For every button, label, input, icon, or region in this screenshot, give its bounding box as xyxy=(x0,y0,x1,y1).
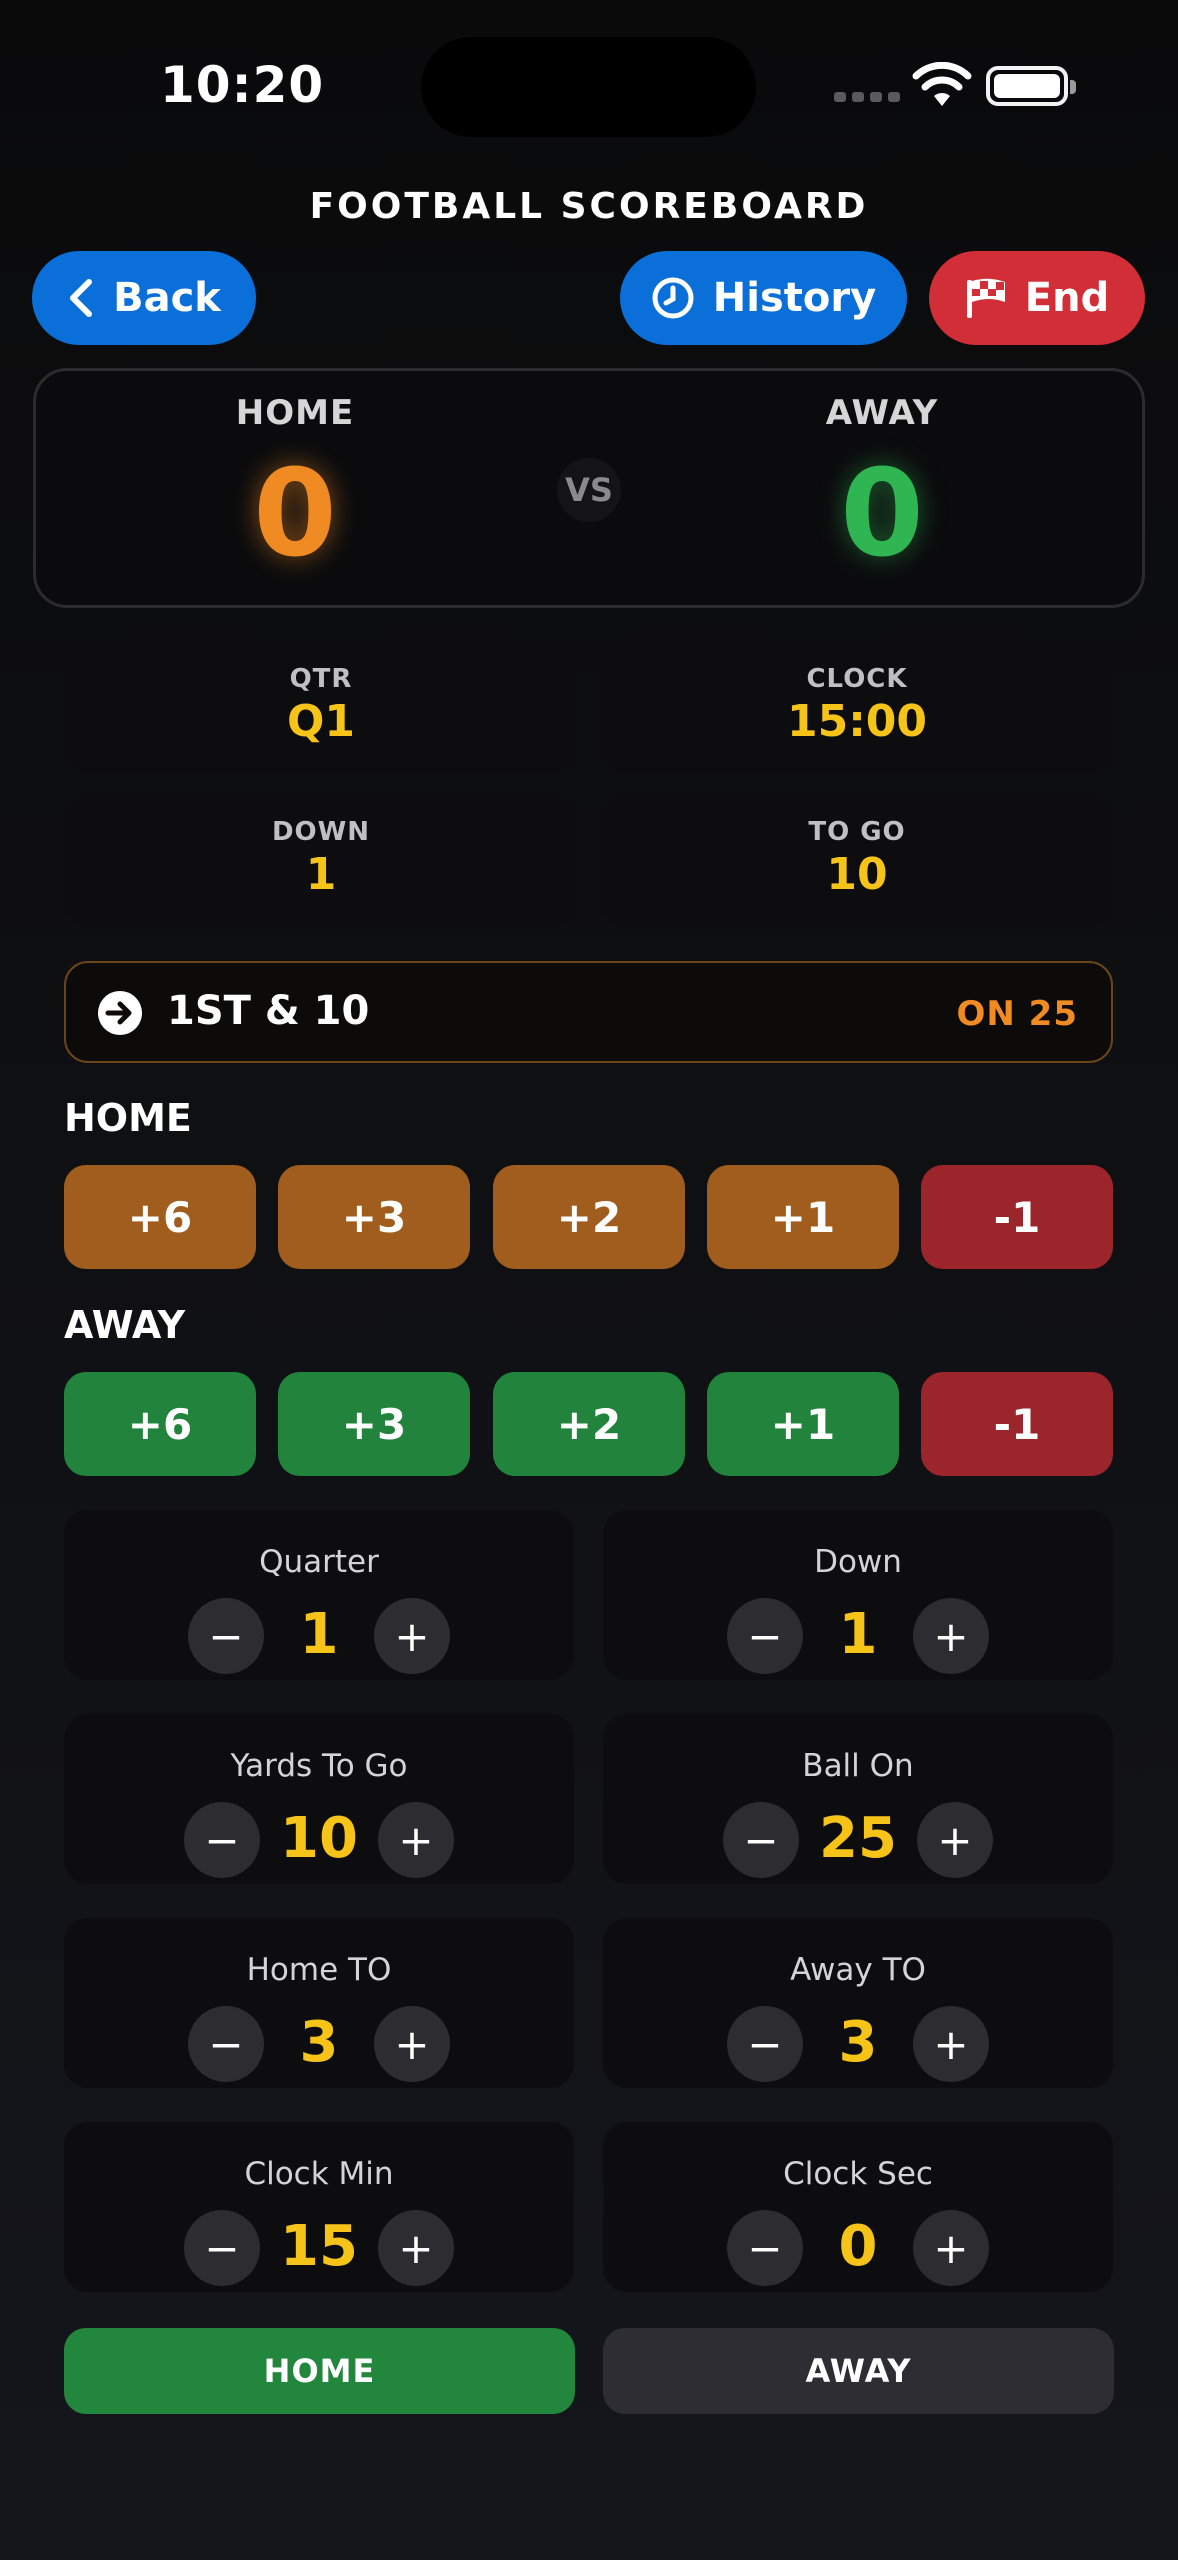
checkered-flag-icon xyxy=(966,278,1005,318)
down-tile-value: 1 xyxy=(305,849,337,900)
quarter-tile: QTR Q1 xyxy=(64,640,578,774)
clock-icon xyxy=(652,277,694,319)
to-go-tile-label: TO GO xyxy=(808,817,906,847)
end-button[interactable]: End xyxy=(929,251,1145,345)
status-time: 10:20 xyxy=(160,56,325,114)
down-stepper: Down − 1 + xyxy=(603,1510,1113,1680)
clock-tile: CLOCK 15:00 xyxy=(600,640,1114,774)
quarter-tile-value: Q1 xyxy=(286,696,356,747)
away-plus-6-button[interactable]: +6 xyxy=(64,1372,256,1476)
home-plus-3-button[interactable]: +3 xyxy=(278,1165,470,1269)
away-plus-2-button[interactable]: +2 xyxy=(493,1372,685,1476)
away-section-title: AWAY xyxy=(64,1303,186,1347)
back-button-label: Back xyxy=(113,275,221,321)
history-button[interactable]: History xyxy=(620,251,907,345)
battery-icon xyxy=(986,66,1076,106)
ball-on-stepper-label: Ball On xyxy=(802,1748,914,1784)
quarter-tile-label: QTR xyxy=(289,664,353,694)
ball-on-stepper-value: 25 xyxy=(819,1806,897,1871)
clock-sec-increment-button[interactable]: + xyxy=(913,2210,989,2286)
away-score: 0 xyxy=(840,445,924,584)
away-timeouts-stepper-label: Away TO xyxy=(790,1952,926,1988)
yards-to-go-stepper-label: Yards To Go xyxy=(230,1748,408,1784)
home-team-label: HOME xyxy=(235,393,355,433)
home-timeouts-stepper-value: 3 xyxy=(299,2010,339,2075)
clock-tile-value: 15:00 xyxy=(786,696,928,747)
back-button[interactable]: Back xyxy=(32,251,256,345)
clock-sec-stepper-label: Clock Sec xyxy=(783,2156,933,2192)
home-minus-1-button[interactable]: -1 xyxy=(921,1165,1113,1269)
down-tile: DOWN 1 xyxy=(64,793,578,927)
quarter-stepper-label: Quarter xyxy=(259,1544,379,1580)
home-plus-6-button[interactable]: +6 xyxy=(64,1165,256,1269)
end-button-label: End xyxy=(1024,275,1110,321)
home-timeouts-increment-button[interactable]: + xyxy=(374,2006,450,2082)
quarter-stepper: Quarter − 1 + xyxy=(64,1510,574,1680)
possession-home-button[interactable]: HOME xyxy=(64,2328,575,2414)
quarter-stepper-value: 1 xyxy=(299,1602,339,1667)
history-button-label: History xyxy=(712,275,877,321)
away-timeouts-increment-button[interactable]: + xyxy=(913,2006,989,2082)
yards-to-go-increment-button[interactable]: + xyxy=(378,1802,454,1878)
clock-min-increment-button[interactable]: + xyxy=(378,2210,454,2286)
clock-tile-label: CLOCK xyxy=(806,664,908,694)
down-tile-label: DOWN xyxy=(271,817,371,847)
down-increment-button[interactable]: + xyxy=(913,1598,989,1674)
dynamic-island xyxy=(421,37,756,137)
wifi-icon xyxy=(912,62,972,106)
chevron-left-icon xyxy=(70,279,93,317)
ball-on-stepper: Ball On − 25 + xyxy=(603,1714,1113,1884)
down-stepper-label: Down xyxy=(814,1544,902,1580)
home-section-title: HOME xyxy=(64,1096,192,1140)
clock-sec-stepper: Clock Sec − 0 + xyxy=(603,2122,1113,2292)
yards-to-go-stepper-value: 10 xyxy=(280,1806,358,1871)
away-timeouts-stepper: Away TO − 3 + xyxy=(603,1918,1113,2088)
quarter-increment-button[interactable]: + xyxy=(374,1598,450,1674)
signal-dots-icon xyxy=(834,92,900,102)
ball-on-text: ON 25 xyxy=(956,994,1078,1034)
arrow-right-circle-icon xyxy=(98,991,142,1035)
page-title: FOOTBALL SCOREBOARD xyxy=(309,186,869,227)
down-distance-text: 1ST & 10 xyxy=(167,988,370,1034)
down-stepper-value: 1 xyxy=(838,1602,878,1667)
home-plus-2-button[interactable]: +2 xyxy=(493,1165,685,1269)
yards-to-go-stepper: Yards To Go − 10 + xyxy=(64,1714,574,1884)
home-plus-1-button[interactable]: +1 xyxy=(707,1165,899,1269)
away-plus-1-button[interactable]: +1 xyxy=(707,1372,899,1476)
home-timeouts-stepper-label: Home TO xyxy=(246,1952,392,1988)
away-timeouts-stepper-value: 3 xyxy=(838,2010,878,2075)
clock-min-stepper-value: 15 xyxy=(280,2214,358,2279)
away-team-label: AWAY xyxy=(825,393,939,433)
possession-away-button[interactable]: AWAY xyxy=(603,2328,1114,2414)
away-plus-3-button[interactable]: +3 xyxy=(278,1372,470,1476)
home-score: 0 xyxy=(253,445,337,584)
home-timeouts-stepper: Home TO − 3 + xyxy=(64,1918,574,2088)
to-go-tile-value: 10 xyxy=(826,849,888,900)
to-go-tile: TO GO 10 xyxy=(600,793,1114,927)
away-minus-1-button[interactable]: -1 xyxy=(921,1372,1113,1476)
vs-badge: VS xyxy=(557,458,621,522)
ball-on-increment-button[interactable]: + xyxy=(917,1802,993,1878)
clock-sec-stepper-value: 0 xyxy=(838,2214,878,2279)
clock-min-stepper: Clock Min − 15 + xyxy=(64,2122,574,2292)
clock-min-stepper-label: Clock Min xyxy=(244,2156,394,2192)
